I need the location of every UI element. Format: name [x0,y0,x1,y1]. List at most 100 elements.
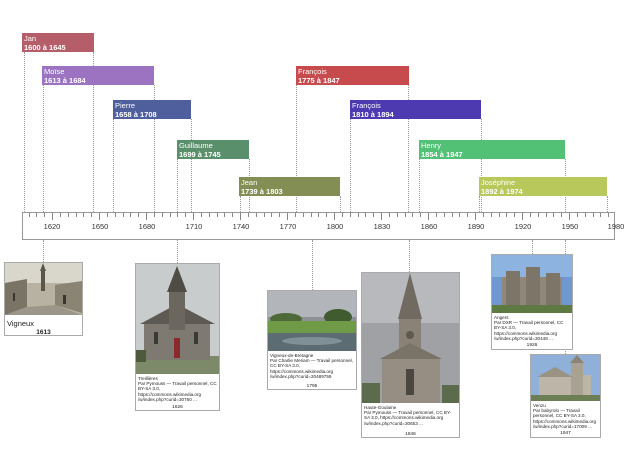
axis-tick [482,213,484,217]
person-dates: 1810 à 1894 [352,110,394,119]
place-card[interactable]: Haute-Goulaine Par Pymouss — Travail per… [361,272,460,438]
tick-label: 1890 [467,222,485,231]
place-connector [532,240,533,254]
axis-tick [75,213,77,217]
person-name: Pierre [115,101,136,110]
person-bar[interactable]: Jean 1739 à 1803 [239,177,340,196]
tick-label: 1830 [373,222,391,231]
axis-tick [537,213,539,217]
tick-label: 1620 [43,222,61,231]
person-name: Moïse [44,67,65,76]
axis-tick [169,213,171,217]
tick-label: 1710 [185,222,203,231]
place-connector [312,240,313,290]
place-card[interactable]: Vigneux-de-Bretagne Par Charlie Meriam —… [267,290,357,390]
axis-tick [592,213,594,217]
place-year: 1926 [526,343,538,348]
axis-tick [255,213,257,217]
axis-tick [459,213,461,217]
connector-line [481,119,482,212]
place-photo [136,264,219,374]
axis-tick [341,213,343,217]
place-caption: Par Pymouss — Travail personnel, CC BY-S… [364,410,452,426]
axis-tick [302,213,304,217]
person-bar[interactable]: Moïse 1613 à 1684 [42,66,154,85]
axis-tick [600,213,602,217]
tick-label: 1740 [232,222,250,231]
place-card[interactable]: Treillières Par Pymouss — Travail person… [135,263,220,411]
connector-line [607,196,608,212]
tick-label: 1680 [138,222,156,231]
place-year: 1795 [306,384,318,389]
connector-line [43,85,44,212]
cathedral-photo [362,273,459,403]
place-caption: Par DXR — Travail personnel, CC BY-SA 3.… [494,320,564,342]
axis-tick [28,213,30,217]
person-bar[interactable]: Guillaume 1699 à 1745 [177,140,249,159]
axis-tick [608,213,610,217]
axis-tick [522,213,523,220]
person-bar[interactable]: Joséphine 1892 à 1974 [479,177,607,196]
axis-tick [584,213,586,217]
connector-line [479,196,480,212]
axis-tick [185,213,187,217]
tick-label: 1650 [91,222,109,231]
axis-tick [177,213,179,217]
connector-line [24,52,25,212]
place-connector [43,240,44,262]
person-bar[interactable]: Henry 1854 à 1947 [419,140,565,159]
axis-tick [514,213,516,217]
person-bar[interactable]: François 1775 à 1847 [296,66,409,85]
axis-tick [161,213,163,217]
axis-tick [83,213,85,217]
place-title: Vigneux [7,319,34,328]
axis-tick [44,213,46,217]
axis-tick [130,213,132,217]
axis-tick [569,213,570,220]
place-year: 1626 [172,405,183,410]
person-bar[interactable]: Pierre 1658 à 1708 [113,100,191,119]
axis-tick [381,213,382,220]
connector-line [340,196,341,212]
axis-tick [451,213,453,217]
tick-label: 1920 [514,222,532,231]
place-year: 1613 [36,329,51,336]
axis-tick [67,213,69,217]
axis-tick [326,213,328,217]
person-bar[interactable]: Jan 1600 à 1645 [22,33,94,52]
stone-church-photo [531,355,600,401]
axis-tick [232,213,234,217]
person-dates: 1892 à 1974 [481,187,523,196]
axis-tick [529,213,531,217]
axis-tick [412,213,414,217]
place-card[interactable]: Angers Par DXR — Travail personnel, CC B… [491,254,573,350]
castle-photo [492,255,572,313]
place-card[interactable]: Vigneux 1613 [4,262,83,336]
axis-tick [122,213,124,217]
person-bar[interactable]: François 1810 à 1894 [350,100,481,119]
connector-line [191,119,192,212]
axis-tick [138,213,140,217]
axis-tick [294,213,296,217]
axis-tick [420,213,422,217]
axis-tick [224,213,226,217]
axis-tick [240,213,241,220]
axis-tick [114,213,116,217]
axis-tick [99,213,100,220]
axis-tick [153,213,155,217]
place-card[interactable]: Venzu Par babyrolo — Travail personnel, … [530,354,601,438]
tick-label: 1860 [420,222,438,231]
axis-tick [247,213,249,217]
axis-tick [357,213,359,217]
person-name: Jan [24,34,37,43]
axis-tick [200,213,202,217]
tick-label: 1800 [326,222,344,231]
person-name: Guillaume [179,141,213,150]
person-dates: 1613 à 1684 [44,76,86,85]
axis-tick [310,213,312,217]
axis-tick [106,213,108,217]
axis-tick [545,213,547,217]
place-year: 1947 [560,431,571,436]
village-street-photo [5,263,82,315]
axis-tick [373,213,375,217]
